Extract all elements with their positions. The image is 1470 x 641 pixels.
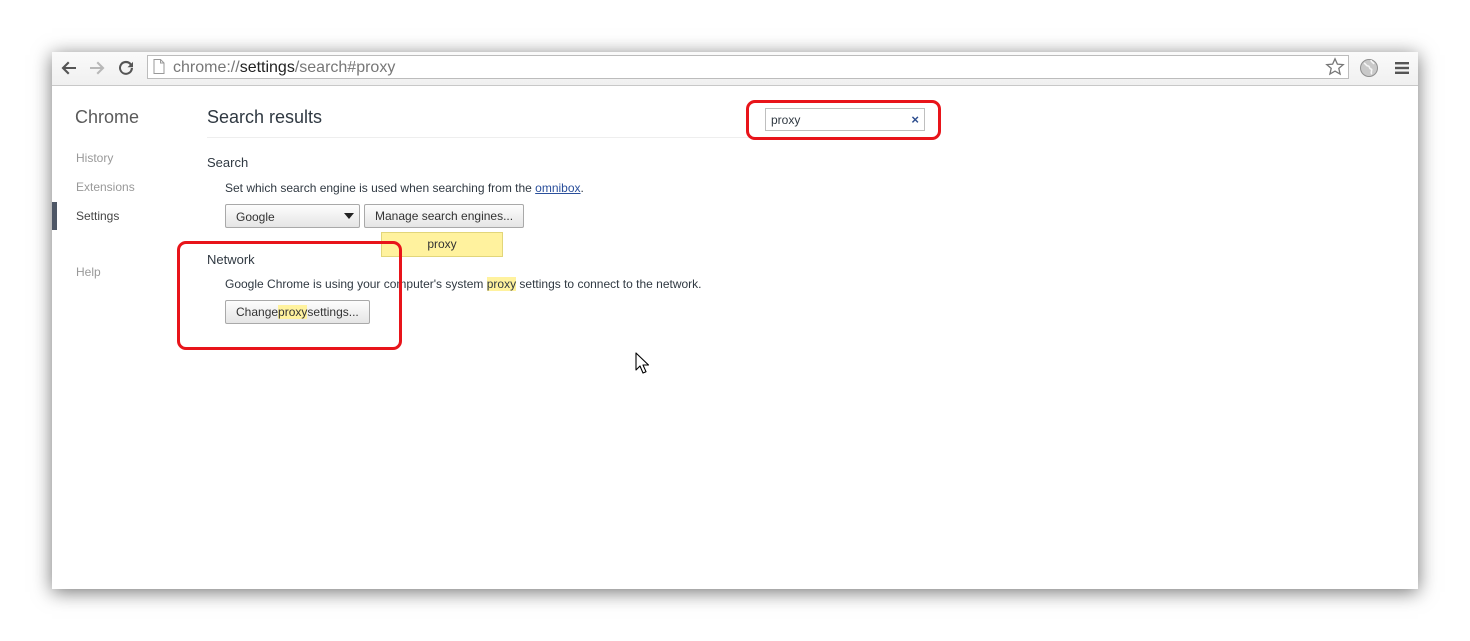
- network-section-title: Network: [207, 252, 255, 267]
- sidebar-title: Chrome: [75, 107, 140, 127]
- clear-search-icon[interactable]: ×: [911, 112, 919, 127]
- omnibox[interactable]: chrome://settings/search#proxy: [147, 55, 1349, 79]
- search-match-bubble: proxy: [381, 232, 503, 257]
- manage-search-engines-button[interactable]: Manage search engines...: [364, 204, 525, 228]
- sidebar-item-settings[interactable]: Settings: [76, 209, 119, 223]
- omnibox-link[interactable]: omnibox: [535, 181, 580, 195]
- back-button[interactable]: [58, 57, 80, 79]
- search-engine-select[interactable]: Google: [225, 204, 360, 228]
- proxy-button-suffix: settings...: [307, 305, 359, 319]
- change-proxy-settings-button[interactable]: Change proxy settings...: [225, 300, 370, 324]
- search-section-title: Search: [207, 155, 249, 170]
- search-section-description: Set which search engine is used when sea…: [225, 181, 584, 195]
- network-desc-highlight: proxy: [486, 277, 517, 291]
- browser-window: chrome://settings/search#proxy Chrome Hi…: [52, 52, 1418, 589]
- globe-extension-icon[interactable]: [1358, 57, 1380, 79]
- title-divider: [207, 137, 922, 138]
- reload-button[interactable]: [115, 57, 137, 79]
- network-desc-text: Google Chrome is using your computer's s…: [225, 277, 487, 291]
- url-scheme: chrome://: [173, 59, 240, 76]
- page-title: Search results: [207, 107, 323, 127]
- proxy-button-highlight: proxy: [278, 305, 308, 319]
- page-icon: [153, 59, 165, 79]
- sidebar-item-history[interactable]: History: [76, 151, 113, 165]
- url-path: /search#proxy: [294, 59, 396, 76]
- settings-search-input[interactable]: proxy ×: [765, 108, 925, 131]
- dropdown-caret-icon: [344, 213, 354, 219]
- url-host: settings: [239, 59, 295, 76]
- search-desc-suffix: .: [580, 181, 584, 195]
- forward-arrow-icon: [90, 61, 105, 75]
- search-input-value: proxy: [771, 113, 801, 127]
- omnibox-url: chrome://settings/search#proxy: [173, 59, 395, 77]
- search-engine-selected: Google: [236, 210, 275, 224]
- network-desc-suffix: settings to connect to the network.: [516, 277, 702, 291]
- sidebar-selected-indicator: [52, 202, 57, 230]
- menu-icon[interactable]: [1391, 57, 1413, 79]
- forward-button[interactable]: [86, 57, 108, 79]
- sidebar-item-extensions[interactable]: Extensions: [76, 180, 135, 194]
- mouse-cursor-icon: [635, 352, 650, 379]
- reload-icon: [119, 60, 133, 75]
- back-arrow-icon: [61, 61, 76, 75]
- bookmark-star-icon[interactable]: [1325, 57, 1345, 82]
- proxy-button-prefix: Change: [236, 305, 279, 319]
- browser-toolbar: chrome://settings/search#proxy: [52, 52, 1418, 86]
- network-section-description: Google Chrome is using your computer's s…: [225, 277, 702, 291]
- sidebar-item-help[interactable]: Help: [76, 265, 101, 279]
- search-desc-text: Set which search engine is used when sea…: [225, 181, 536, 195]
